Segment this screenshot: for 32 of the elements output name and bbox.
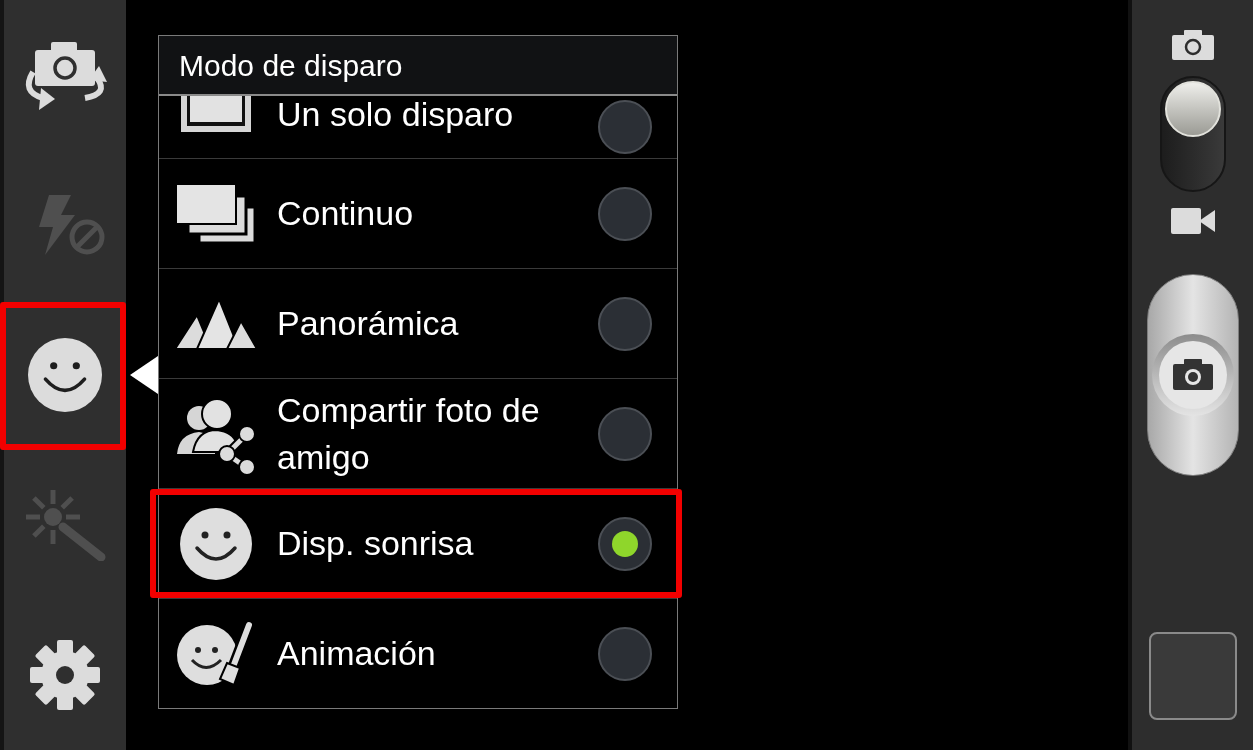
- radio-button[interactable]: [598, 626, 652, 681]
- mode-option-row[interactable]: Animación: [159, 598, 677, 708]
- smiley-icon: [180, 507, 252, 580]
- option-label: Panorámica: [277, 303, 460, 344]
- smiley-brush-icon: [177, 620, 255, 687]
- mode-option-row[interactable]: Disp. sonrisa: [159, 488, 677, 598]
- settings-icon: [30, 640, 100, 710]
- radio-button[interactable]: [598, 186, 652, 241]
- radio-button[interactable]: [598, 516, 652, 571]
- smiley-icon: [28, 338, 102, 412]
- camera-icon: [1171, 30, 1214, 60]
- stacked-frames-icon: [175, 182, 257, 245]
- mountains-icon: [175, 298, 257, 349]
- mode-option-row[interactable]: Panorámica: [159, 268, 677, 378]
- single-frame-icon: [181, 96, 251, 132]
- option-label: Animación: [277, 633, 437, 674]
- mode-option-row[interactable]: Continuo: [159, 158, 677, 268]
- camera-icon: [1151, 334, 1234, 416]
- switch-thumb[interactable]: [1164, 81, 1221, 137]
- option-label: Disp. sonrisa: [277, 523, 475, 564]
- magic-wand-icon: [23, 489, 107, 561]
- radio-button[interactable]: [598, 406, 652, 461]
- video-camera-icon: [1170, 208, 1215, 234]
- gallery-thumbnail-button[interactable]: [1148, 632, 1237, 720]
- option-label: Un solo disparo: [277, 94, 515, 134]
- radio-button[interactable]: [598, 296, 652, 351]
- option-label: Continuo: [277, 193, 415, 234]
- popup-title: Modo de disparo: [159, 36, 677, 96]
- mode-option-row[interactable]: Compartir foto de amigo: [159, 378, 677, 488]
- mode-option-row[interactable]: Un solo disparo: [159, 96, 677, 158]
- radio-button[interactable]: [598, 100, 652, 154]
- option-label: Compartir foto de amigo: [277, 389, 541, 478]
